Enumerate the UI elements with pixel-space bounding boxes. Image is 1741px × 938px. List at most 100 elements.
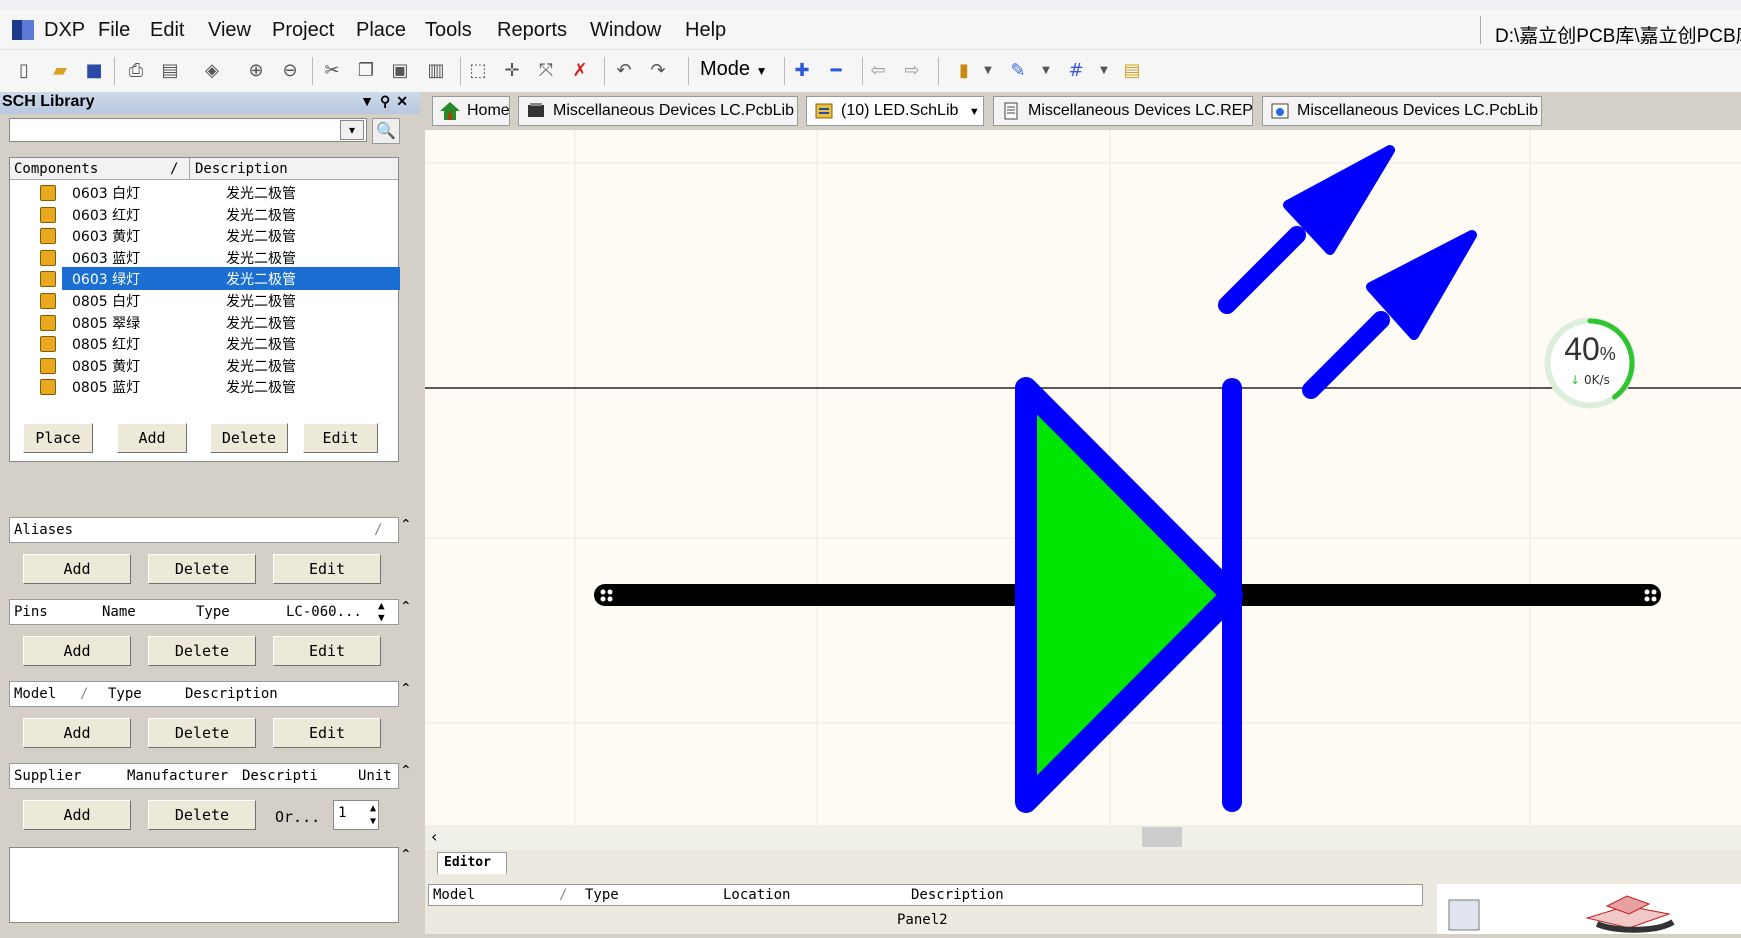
save-icon[interactable]: ■: [82, 58, 106, 82]
add-alias-button[interactable]: Add: [23, 554, 131, 584]
components-column-header[interactable]: Components: [14, 161, 98, 177]
pin-icon[interactable]: ⚲: [380, 93, 396, 109]
menu-project[interactable]: Project: [272, 19, 334, 42]
model-type-column-header[interactable]: Type: [108, 686, 142, 702]
menu-place[interactable]: Place: [356, 19, 406, 42]
component-row[interactable]: 0805 蓝灯 发光二极管: [10, 375, 400, 398]
editor-model-column-header[interactable]: Model: [433, 887, 475, 903]
grid-icon[interactable]: #: [1064, 58, 1088, 82]
order-quantity-input[interactable]: 1 ▲ ▼: [333, 800, 379, 830]
menu-edit[interactable]: Edit: [150, 19, 184, 42]
deselect-icon[interactable]: ⤧: [534, 58, 558, 82]
editor-type-column-header[interactable]: Type: [585, 887, 619, 903]
unit-column-header[interactable]: Unit: [358, 768, 392, 784]
menu-dxp[interactable]: DXP: [44, 19, 85, 42]
chevron-down-icon[interactable]: ▼: [1092, 58, 1116, 82]
zoom-out-icon[interactable]: ⊖: [278, 58, 302, 82]
schematic-canvas[interactable]: [425, 130, 1741, 825]
new-document-icon[interactable]: ▯: [12, 58, 36, 82]
remove-part-icon[interactable]: ━: [824, 58, 848, 82]
network-speed-gauge[interactable]: 40% ↓ 0K/s: [1542, 315, 1638, 411]
edit-model-button[interactable]: Edit: [273, 718, 381, 748]
next-icon[interactable]: ⇨: [900, 58, 924, 82]
rubber-stamp-icon[interactable]: ▥: [424, 58, 448, 82]
chevron-down-icon[interactable]: ▼: [1034, 58, 1058, 82]
tab-report[interactable]: Miscellaneous Devices LC.REP: [993, 96, 1253, 126]
move-icon[interactable]: ✛: [500, 58, 524, 82]
undo-icon[interactable]: ↶: [612, 58, 636, 82]
search-icon[interactable]: 🔍: [372, 118, 400, 144]
place-button[interactable]: Place: [23, 423, 93, 453]
delete-pin-button[interactable]: Delete: [148, 636, 256, 666]
editor-location-column-header[interactable]: Location: [723, 887, 790, 903]
delete-alias-button[interactable]: Delete: [148, 554, 256, 584]
component-row[interactable]: 0805 红灯 发光二极管: [10, 332, 400, 355]
open-folder-icon[interactable]: ▰: [48, 58, 72, 82]
add-model-button[interactable]: Add: [23, 718, 131, 748]
tab-led-schlib[interactable]: (10) LED.SchLib ▼: [806, 96, 984, 126]
cut-icon[interactable]: ✂: [320, 58, 344, 82]
tab-pcblib[interactable]: Miscellaneous Devices LC.PcbLib: [518, 96, 798, 126]
component-row[interactable]: 0805 翠绿 发光二极管: [10, 311, 400, 334]
component-row[interactable]: 0603 蓝灯 发光二极管: [10, 246, 400, 269]
menu-file[interactable]: File: [98, 19, 130, 42]
print-icon[interactable]: ⎙: [124, 58, 148, 82]
panel-menu-icon[interactable]: ▼: [360, 93, 380, 109]
supplier-description-column-header[interactable]: Descripti: [242, 768, 318, 784]
close-icon[interactable]: ✕: [396, 93, 414, 109]
component-row[interactable]: 0805 白灯 发光二极管: [10, 289, 400, 312]
component-row[interactable]: 0603 黄灯 发光二极管: [10, 224, 400, 247]
scroll-thumb[interactable]: [1142, 827, 1182, 847]
library-filter-input[interactable]: [9, 118, 367, 142]
redo-icon[interactable]: ↷: [646, 58, 670, 82]
zoom-in-icon[interactable]: ⊕: [244, 58, 268, 82]
filter-dropdown-icon[interactable]: ▾: [340, 120, 364, 140]
component-row[interactable]: 0603 红灯 发光二极管: [10, 203, 400, 226]
edit-alias-button[interactable]: Edit: [273, 554, 381, 584]
delete-component-button[interactable]: Delete: [210, 423, 288, 453]
manufacturer-column-header[interactable]: Manufacturer: [127, 768, 228, 784]
horizontal-scrollbar[interactable]: ‹: [425, 825, 1741, 850]
collapse-icon[interactable]: ⌃: [400, 847, 414, 863]
tab-home[interactable]: Home: [432, 96, 510, 126]
add-supplier-button[interactable]: Add: [23, 800, 131, 830]
pins-column-header[interactable]: Pins: [14, 604, 48, 620]
chevron-down-icon[interactable]: ▼: [976, 58, 1000, 82]
collapse-icon[interactable]: ⌃: [400, 681, 414, 697]
editor-description-column-header[interactable]: Description: [911, 887, 1004, 903]
select-area-icon[interactable]: ⬚: [466, 58, 490, 82]
delete-supplier-button[interactable]: Delete: [148, 800, 256, 830]
tab-pcblib-2[interactable]: Miscellaneous Devices LC.PcbLib: [1262, 96, 1542, 126]
previous-icon[interactable]: ⇦: [866, 58, 890, 82]
collapse-icon[interactable]: ⌃: [400, 763, 414, 779]
layers-icon[interactable]: ◈: [200, 58, 224, 82]
pin-type-column-header[interactable]: Type: [196, 604, 230, 620]
supplier-column-header[interactable]: Supplier: [14, 768, 81, 784]
component-row[interactable]: 0603 绿灯 发光二极管: [10, 267, 400, 291]
edit-pin-button[interactable]: Edit: [273, 636, 381, 666]
pin-name-column-header[interactable]: Name: [102, 604, 136, 620]
menu-help[interactable]: Help: [685, 19, 726, 42]
menu-reports[interactable]: Reports: [497, 19, 567, 42]
chevron-down-icon[interactable]: ▼: [969, 106, 980, 118]
component-icon[interactable]: ▮: [952, 58, 976, 82]
menu-tools[interactable]: Tools: [425, 19, 472, 42]
print-preview-icon[interactable]: ▤: [158, 58, 182, 82]
scroll-left-icon[interactable]: ‹: [431, 827, 437, 846]
menu-window[interactable]: Window: [590, 19, 661, 42]
paste-icon[interactable]: ▣: [388, 58, 412, 82]
collapse-icon[interactable]: ⌃: [400, 517, 414, 533]
led-anode-triangle[interactable]: [1015, 377, 1243, 813]
model-tool-icon[interactable]: [1448, 899, 1480, 931]
editor-tab[interactable]: Editor: [437, 852, 507, 874]
copy-icon[interactable]: ❐: [354, 58, 378, 82]
component-row[interactable]: 0805 黄灯 发光二极管: [10, 354, 400, 377]
add-component-button[interactable]: Add: [117, 423, 187, 453]
menu-view[interactable]: View: [208, 19, 251, 42]
mode-dropdown[interactable]: Mode ▼: [700, 58, 767, 81]
clear-filter-icon[interactable]: ✗: [568, 58, 592, 82]
drawing-tools-icon[interactable]: ✎: [1006, 58, 1030, 82]
library-folder-icon[interactable]: ▤: [1120, 58, 1144, 82]
edit-component-button[interactable]: Edit: [303, 423, 378, 453]
model-description-column-header[interactable]: Description: [185, 686, 278, 702]
